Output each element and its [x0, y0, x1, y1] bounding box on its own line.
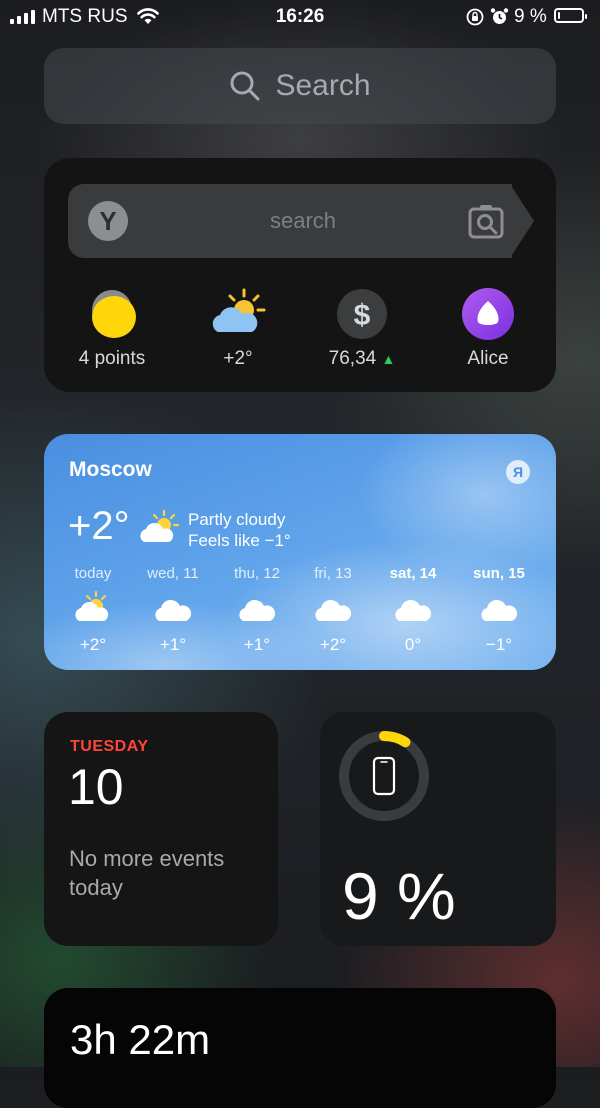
- yandex-item-label: +2°: [223, 348, 253, 369]
- forecast-day-temp: +1°: [243, 635, 271, 654]
- forecast-day-temp: +2°: [79, 635, 107, 654]
- partly-cloudy-icon: [140, 510, 180, 542]
- yandex-item-points[interactable]: 4 points: [52, 288, 172, 370]
- forecast-day-temp: 0°: [404, 635, 422, 654]
- yandex-item-currency-row: 76,34 ▲: [302, 348, 422, 370]
- search-icon: [230, 71, 260, 101]
- trend-up-icon: ▲: [381, 351, 396, 367]
- forecast-day-temp: +2°: [319, 635, 347, 654]
- weather-current-temp: +2°: [68, 504, 130, 548]
- battery-widget[interactable]: 9 %: [320, 712, 556, 946]
- yandex-item-label: 76,34: [328, 348, 377, 369]
- dollar-icon: $: [337, 289, 387, 339]
- weather-feels-like: Feels like −1°: [188, 531, 291, 550]
- battery-percent: 9 %: [514, 6, 547, 27]
- clock: 16:26: [275, 6, 325, 27]
- rotation-lock-icon: [466, 8, 484, 26]
- forecast-day: today +2°: [58, 565, 128, 655]
- forecast-day: thu, 12 +1°: [222, 565, 292, 655]
- cloud-icon: [155, 599, 192, 621]
- screen-time-value: 3h 22m: [70, 1016, 211, 1063]
- cloud-icon: [481, 599, 518, 621]
- cloud-icon: [239, 599, 276, 621]
- yandex-item-label: 4 points: [78, 348, 146, 369]
- svg-text:$: $: [354, 299, 371, 332]
- forecast-day: wed, 11 +1°: [138, 565, 208, 655]
- calendar-date: 10: [68, 759, 124, 815]
- screen-time-widget[interactable]: 3h 22m: [44, 988, 556, 1108]
- forecast-day-label: thu, 12: [234, 565, 280, 582]
- yandex-item-label: Alice: [467, 348, 509, 369]
- yandex-badge-icon: Я: [506, 460, 530, 484]
- iphone-icon: [372, 756, 396, 796]
- forecast-day-label: wed, 11: [147, 565, 199, 582]
- search-bar[interactable]: Search: [44, 48, 556, 124]
- weather-condition-text: Partly cloudy: [188, 510, 286, 529]
- status-bar: MTS RUS 16:26 9 %: [0, 0, 600, 34]
- battery-widget-percent: 9 %: [342, 859, 456, 933]
- forecast-day: fri, 13 +2°: [298, 565, 368, 655]
- weather-condition: Partly cloudy Feels like −1°: [188, 509, 291, 551]
- calendar-events-text: No more events today: [69, 846, 225, 900]
- weather-city: Moscow: [69, 458, 152, 481]
- forecast-day-label: today: [74, 565, 112, 582]
- forecast-day: sat, 14 0°: [378, 565, 448, 655]
- forecast-day-temp: +1°: [159, 635, 187, 654]
- battery-icon: [554, 8, 587, 23]
- cloud-icon: [395, 599, 432, 621]
- calendar-weekday: TUESDAY: [70, 738, 149, 755]
- weather-widget[interactable]: Moscow Я +2° Partly cloudy Feels like −1…: [44, 434, 556, 670]
- search-placeholder: Search: [275, 69, 371, 102]
- partly-cloudy-icon: [212, 288, 266, 332]
- cloud-icon: [315, 599, 352, 621]
- forecast-day-temp: −1°: [485, 635, 513, 654]
- partly-cloudy-icon: [75, 591, 109, 621]
- alarm-icon: [490, 8, 509, 24]
- yandex-item-weather[interactable]: +2°: [178, 288, 298, 370]
- points-coin-icon: [92, 290, 136, 338]
- yandex-item-alice[interactable]: Alice: [428, 288, 548, 370]
- forecast-day-label: sun, 15: [473, 565, 525, 582]
- yandex-item-currency[interactable]: $ 76,34 ▲: [302, 288, 422, 370]
- forecast-day-label: sat, 14: [389, 565, 437, 582]
- alice-icon: [462, 288, 514, 340]
- forecast-day-label: fri, 13: [314, 565, 352, 582]
- forecast-day: sun, 15 −1°: [464, 565, 534, 655]
- calendar-widget[interactable]: TUESDAY 10 No more events today: [44, 712, 278, 946]
- camera-search-icon[interactable]: [466, 202, 506, 240]
